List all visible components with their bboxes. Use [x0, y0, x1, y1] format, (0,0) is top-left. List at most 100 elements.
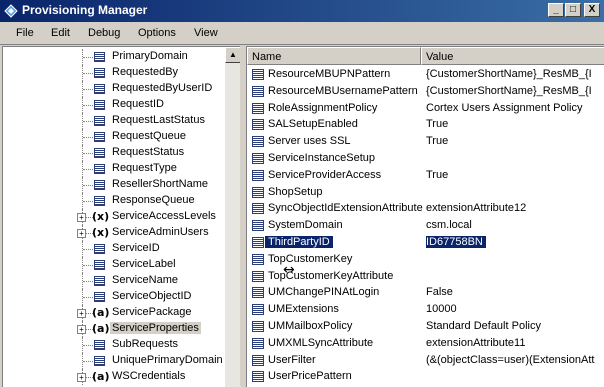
property-value[interactable]: True — [426, 135, 602, 147]
tree-item[interactable]: ResellerShortName — [3, 177, 223, 193]
tree-item[interactable]: RequestID — [3, 97, 223, 113]
a-icon: (a) — [92, 322, 110, 335]
tree-item[interactable]: ServiceLabel — [3, 257, 223, 273]
close-button[interactable]: X — [584, 3, 600, 17]
property-row[interactable]: ThirdPartyID ID67758BN — [247, 234, 604, 251]
property-row[interactable]: UserFilter (&(objectClass=user)(Extension… — [247, 352, 604, 369]
expand-toggle[interactable]: + — [77, 309, 86, 318]
property-value[interactable]: {CustomerShortName}_ResMB_{I — [426, 68, 602, 80]
property-icon — [252, 119, 264, 131]
tree-item[interactable]: RequestLastStatus — [3, 113, 223, 129]
property-row[interactable]: ShopSetup — [247, 184, 604, 201]
menu-debug[interactable]: Debug — [88, 27, 120, 39]
tree-item-label: SubRequests — [112, 338, 179, 350]
menu-options[interactable]: Options — [138, 27, 176, 39]
property-grid[interactable]: Name Value ResourceMBUPNPattern {Customer… — [246, 46, 604, 387]
tree-view[interactable]: PrimaryDomain RequestedBy RequestedByUserI… — [2, 46, 241, 387]
property-row[interactable]: UMMailboxPolicy Standard Default Policy — [247, 318, 604, 335]
property-row[interactable]: ServiceInstanceSetup — [247, 150, 604, 167]
tree-item[interactable]: RequestedBy — [3, 65, 223, 81]
tree-item-label: ResponseQueue — [112, 194, 195, 206]
property-value[interactable]: ID67758BN — [426, 236, 602, 248]
property-name: TopCustomerKey — [268, 252, 353, 265]
menu-view[interactable]: View — [194, 27, 218, 39]
property-value[interactable]: 10000 — [426, 303, 602, 315]
list-icon — [94, 164, 105, 174]
tree-item[interactable]: RequestType — [3, 161, 223, 177]
property-row[interactable]: UserPricePattern — [247, 368, 604, 385]
tree-item[interactable]: ResponseQueue — [3, 193, 223, 209]
splitter[interactable] — [240, 46, 244, 386]
property-value[interactable]: extensionAttribute12 — [426, 202, 602, 214]
property-row[interactable]: TopCustomerKey — [247, 251, 604, 268]
property-name: UserFilter — [268, 353, 316, 366]
tree-item[interactable]: PrimaryDomain — [3, 49, 223, 65]
property-icon — [252, 220, 264, 232]
property-icon — [252, 270, 264, 282]
tree-item[interactable]: UniquePrimaryDomain — [3, 353, 223, 369]
property-row[interactable]: TopCustomerKeyAttribute — [247, 268, 604, 285]
tree-item[interactable]: + (x) ServiceAccessLevels — [3, 209, 223, 225]
tree-item[interactable]: RequestStatus — [3, 145, 223, 161]
title-bar[interactable]: Provisioning Manager _ □ X — [0, 0, 604, 22]
expand-toggle[interactable]: + — [77, 229, 86, 238]
resize-cursor-icon: ↔ — [283, 262, 295, 278]
property-value[interactable]: extensionAttribute11 — [426, 337, 602, 349]
property-value[interactable]: csm.local — [426, 219, 602, 231]
tree-item[interactable]: ServiceObjectID — [3, 289, 223, 305]
property-name: RoleAssignmentPolicy — [268, 101, 378, 114]
property-value[interactable]: (&(objectClass=user)(ExtensionAtt — [426, 354, 602, 366]
property-icon — [252, 102, 264, 114]
tree-item[interactable]: ServiceID — [3, 241, 223, 257]
property-icon — [252, 85, 264, 97]
property-value[interactable]: True — [426, 118, 602, 130]
tree-item[interactable]: + (a) WSCredentials — [3, 369, 223, 385]
property-name: UMXMLSyncAttribute — [268, 336, 374, 349]
menu-file[interactable]: File — [16, 27, 34, 39]
expand-toggle[interactable]: + — [77, 325, 86, 334]
property-icon — [252, 186, 264, 198]
list-icon — [94, 260, 105, 270]
property-row[interactable]: SyncObjectIdExtensionAttribute extensionA… — [247, 200, 604, 217]
scroll-up-button[interactable]: ▲ — [225, 47, 241, 63]
tree-scrollbar[interactable]: ▲ — [225, 47, 241, 387]
minimize-button[interactable]: _ — [548, 3, 564, 17]
expand-toggle[interactable]: + — [77, 373, 86, 382]
menu-edit[interactable]: Edit — [51, 27, 70, 39]
property-row[interactable]: Server uses SSL True — [247, 133, 604, 150]
property-name: SALSetupEnabled — [268, 118, 358, 131]
tree-item[interactable]: + (x) ServiceAdminUsers — [3, 225, 223, 241]
property-icon — [252, 321, 264, 332]
property-row[interactable]: ResourceMBUPNPattern {CustomerShortName}_… — [247, 66, 604, 83]
property-row[interactable]: UMChangePINAtLogin False — [247, 284, 604, 301]
maximize-button[interactable]: □ — [565, 3, 581, 17]
property-value[interactable]: Cortex Users Assignment Policy — [426, 102, 602, 114]
tree-item[interactable]: RequestedByUserID — [3, 81, 223, 97]
property-value[interactable]: True — [426, 169, 602, 181]
property-row[interactable]: ResourceMBUsernamePattern {CustomerShortN… — [247, 83, 604, 100]
expand-toggle[interactable]: + — [77, 213, 86, 222]
tree-item-label: RequestedByUserID — [112, 82, 213, 94]
tree-item[interactable]: + (a) ServicePackage — [3, 305, 223, 321]
property-row[interactable]: SALSetupEnabled True — [247, 116, 604, 133]
window-title: Provisioning Manager — [22, 3, 148, 17]
column-header-name[interactable]: Name — [247, 47, 421, 65]
property-row[interactable]: UMExtensions 10000 — [247, 301, 604, 318]
property-row[interactable]: ServiceProviderAccess True — [247, 167, 604, 184]
tree-item[interactable]: + (a) ServiceProperties — [3, 321, 223, 337]
property-row[interactable]: UMXMLSyncAttribute extensionAttribute11 — [247, 335, 604, 352]
property-value[interactable]: False — [426, 286, 602, 298]
list-icon — [94, 132, 105, 142]
property-name: ResourceMBUPNPattern — [268, 68, 391, 80]
tree-item[interactable]: SubRequests — [3, 337, 223, 353]
tree-item[interactable]: RequestQueue — [3, 129, 223, 145]
property-row[interactable]: RoleAssignmentPolicy Cortex Users Assignm… — [247, 100, 604, 117]
tree-item[interactable]: ServiceName — [3, 273, 223, 289]
property-value[interactable]: {CustomerShortName}_ResMB_{I — [426, 85, 602, 97]
column-header-value[interactable]: Value — [421, 47, 604, 65]
tree-line — [83, 185, 93, 186]
property-value[interactable]: Standard Default Policy — [426, 320, 602, 332]
property-row[interactable]: SystemDomain csm.local — [247, 217, 604, 234]
tree-item-label: WSCredentials — [112, 370, 186, 382]
tree-line — [83, 361, 93, 362]
